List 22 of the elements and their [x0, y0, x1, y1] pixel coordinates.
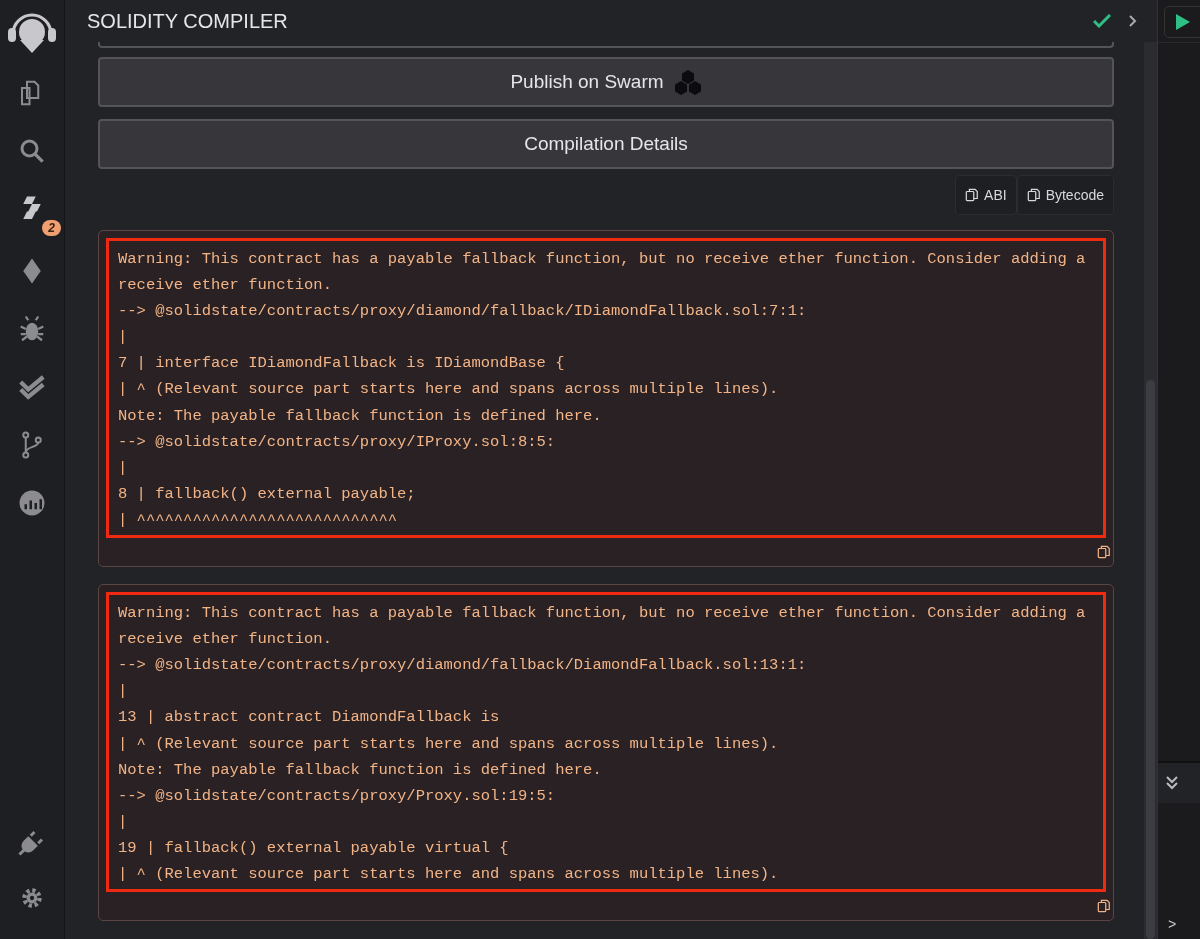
copy-icon — [1097, 898, 1111, 915]
notification-badge: 2 — [42, 220, 61, 236]
run-button[interactable] — [1164, 6, 1200, 38]
copy-button[interactable]: ABI — [955, 175, 1017, 215]
warning-text: Warning: This contract has a payable fallback function, but no receive ether function. Consider adding a receive ether function. --> @solidstate/contracts/proxy/diamond/fallback/IDiamondFallback.sol:7:1: | 7 | interface IDiamondFallback is IDiamondBase { | ^ (Relevant source part starts here and spans across multiple lines). Note: The payable fallback function is defined here. --> @solidstate/contracts/proxy/IProxy.sol:8:5: | 8 | fallback() external payable; | ^^^^^^^^^^^^^^^^^^^^^^^^^^^^ — [118, 249, 1086, 531]
terminal-prompt: > — [1168, 917, 1178, 933]
warning-text: Warning: This contract has a payable fallback function, but no receive ether function. Consider adding a receive ether function. --> @solidstate/contracts/proxy/diamond/fallback/DiamondFallback.sol:13:1: | 13 | abstract contract DiamondFallback is | ^ (Relevant source part starts here and spans across multiple lines). Note: The payable fallback function is defined here. --> @solidstate/contracts/proxy/Proxy.sol:19:5: | 19 | fallback() external payable virtual { | ^ (Relevant source part starts here and spans across multiple lines). — [118, 603, 1086, 885]
play-icon — [1175, 13, 1191, 31]
panel-title: SOLIDITY COMPILER — [87, 9, 289, 33]
chart-icon[interactable] — [17, 488, 47, 518]
check-icon — [1093, 14, 1111, 28]
details-button[interactable]: Compilation Details — [98, 119, 1114, 169]
double-chevron-icon[interactable] — [1166, 776, 1178, 790]
bug-icon[interactable] — [17, 314, 47, 344]
copy-button[interactable]: Bytecode — [1016, 175, 1114, 215]
publish-button[interactable]: Publish on Swarm — [98, 57, 1114, 107]
copy-icon — [1026, 187, 1041, 203]
settings-icon[interactable] — [19, 885, 45, 911]
copy-icon — [965, 187, 980, 203]
hexagons-icon — [673, 69, 702, 95]
chevron-right-icon[interactable] — [1129, 15, 1137, 27]
copy-icon — [1097, 544, 1111, 561]
